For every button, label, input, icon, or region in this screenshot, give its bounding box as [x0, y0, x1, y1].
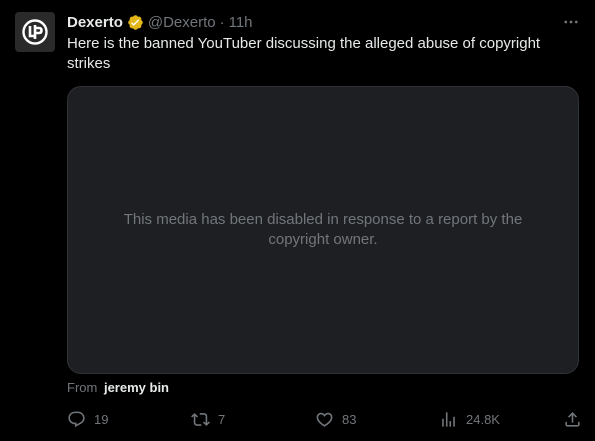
media-disabled-placeholder: This media has been disabled in response…	[67, 86, 579, 374]
avatar[interactable]	[15, 12, 55, 52]
header-separator: ·	[219, 13, 225, 31]
verified-badge-icon[interactable]	[127, 14, 144, 31]
like-count: 83	[342, 411, 357, 427]
retweet-button[interactable]: 7	[191, 409, 225, 429]
retweet-icon	[191, 412, 210, 426]
heart-icon	[316, 412, 333, 427]
like-button[interactable]: 83	[315, 409, 356, 429]
views-icon	[442, 411, 455, 427]
reply-icon	[68, 411, 85, 427]
share-icon	[565, 411, 580, 427]
attribution-name-link[interactable]: jeremy bin	[104, 380, 169, 395]
views-count: 24.8K	[466, 411, 500, 427]
reply-count: 19	[94, 411, 109, 427]
tweet-header: Dexerto @Dexerto · 11h	[67, 12, 253, 32]
action-bar: 19 7 83 24.8K	[0, 409, 595, 429]
tweet-text: Here is the banned YouTuber discussing t…	[67, 35, 541, 72]
views-button[interactable]: 24.8K	[439, 409, 500, 429]
display-name[interactable]: Dexerto	[67, 14, 123, 31]
share-button[interactable]	[563, 409, 582, 429]
more-options-button[interactable]	[561, 12, 581, 32]
dexerto-logo-icon	[22, 19, 48, 45]
retweet-count: 7	[218, 411, 226, 427]
tweet-card: Dexerto @Dexerto · 11h Here is the banne…	[0, 0, 595, 441]
more-horizontal-icon	[564, 20, 578, 24]
reply-button[interactable]: 19	[67, 409, 108, 429]
media-disabled-message: This media has been disabled in response…	[123, 211, 523, 248]
attribution-label: From	[67, 380, 98, 395]
timestamp[interactable]: 11h	[229, 14, 253, 31]
user-handle[interactable]: @Dexerto	[148, 14, 216, 31]
media-attribution: From jeremy bin	[67, 380, 169, 395]
